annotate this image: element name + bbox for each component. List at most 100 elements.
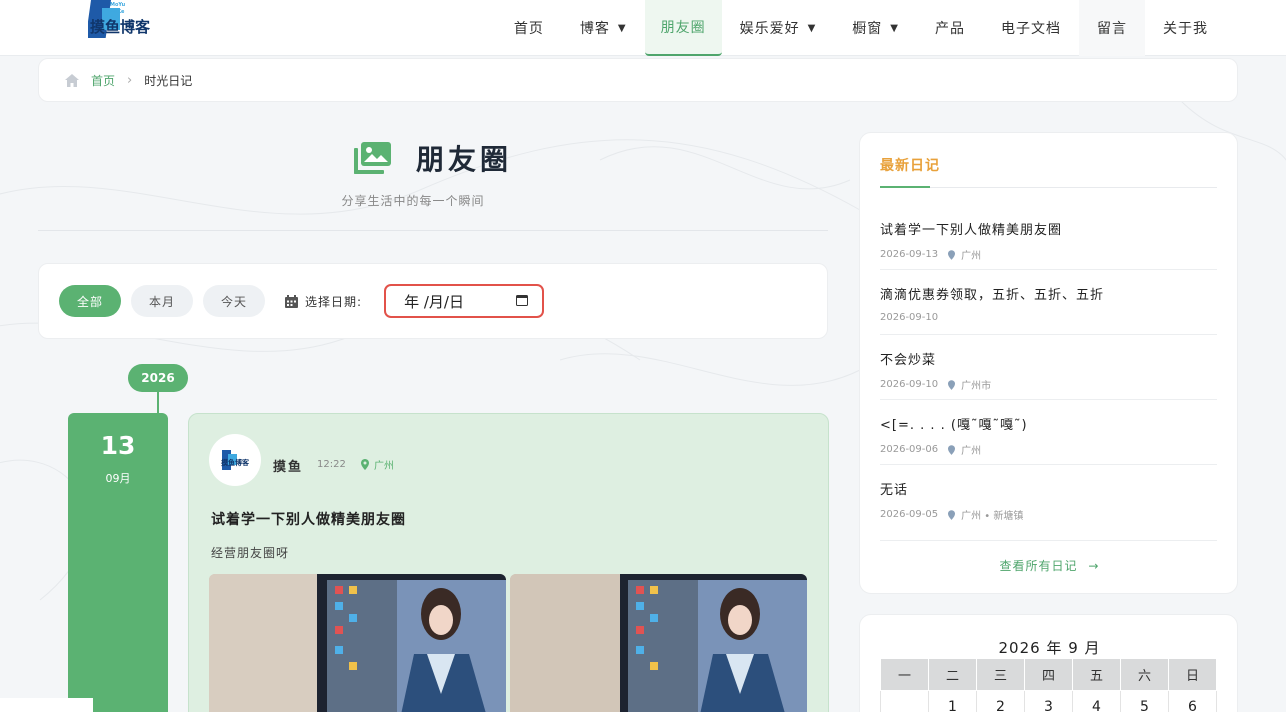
nav-label: 娱乐爱好 — [739, 21, 800, 37]
nav-label: 电子文档 — [1001, 21, 1061, 37]
site-logo[interactable]: MoYu BoKe 摸鱼博客 — [85, 0, 160, 40]
post-image[interactable] — [510, 574, 807, 712]
weekday-header: 日 — [1168, 658, 1217, 691]
diary-list-item[interactable]: 滴滴优惠券领取，五折、五折、五折 2026-09-10 — [880, 270, 1217, 335]
weekday-header: 五 — [1072, 658, 1121, 691]
calendar-picker-icon[interactable] — [516, 294, 529, 306]
calendar-day — [880, 690, 929, 712]
diary-title[interactable]: 滴滴优惠券领取，五折、五折、五折 — [880, 284, 1104, 303]
weekday-header: 三 — [976, 658, 1025, 691]
diary-title[interactable]: 不会炒菜 — [880, 349, 936, 368]
calendar-day[interactable]: 3 — [1024, 690, 1073, 712]
post-image[interactable] — [209, 574, 506, 712]
diary-date: 2026-09-06 — [880, 444, 939, 455]
location-pin-icon — [948, 509, 956, 520]
diary-date: 2026-09-05 — [880, 509, 939, 520]
breadcrumb-current: 时光日记 — [144, 73, 193, 88]
filter-bar: 全部 本月 今天 选择日期: 年 /月/日 — [38, 263, 828, 339]
date-input-value: 年 /月/日 — [404, 292, 464, 311]
nav-about[interactable]: 关于我 — [1145, 0, 1226, 56]
nav-label: 首页 — [513, 21, 544, 37]
diary-list-item[interactable]: <[=. . . . (嘎˜嘎˜嘎˜) 2026-09-06 广州 — [880, 400, 1217, 465]
caret-down-icon: ▼ — [617, 22, 627, 34]
nav-hobbies[interactable]: 娱乐爱好 ▼ — [722, 0, 835, 56]
diary-title[interactable]: <[=. . . . (嘎˜嘎˜嘎˜) — [880, 414, 1028, 433]
location-pin-icon — [361, 459, 369, 470]
date-day: 13 — [100, 431, 136, 460]
divider — [38, 230, 828, 231]
calendar-day[interactable]: 1 — [928, 690, 977, 712]
svg-text:BoKe: BoKe — [110, 9, 125, 15]
filter-today-button[interactable]: 今天 — [203, 285, 266, 317]
post-time: 12:22 — [317, 459, 346, 470]
post-text: 经营朋友圈呀 — [211, 546, 290, 560]
nav-label: 橱窗 — [852, 21, 883, 37]
page-subtitle: 分享生活中的每一个瞬间 — [341, 194, 485, 208]
year-badge: 2026 — [128, 364, 188, 392]
nav-label: 博客 — [579, 21, 610, 37]
calendar-day[interactable]: 5 — [1120, 690, 1169, 712]
nav-home[interactable]: 首页 — [496, 0, 562, 56]
post-location-text: 广州 — [374, 461, 394, 472]
weekday-header: 二 — [928, 658, 977, 691]
nav-label: 留言 — [1097, 21, 1127, 37]
calendar-grid: 一 二 三 四 五 六 日 1 2 3 4 5 6 — [880, 658, 1217, 712]
calendar-heading: 2026 年 9 月 — [998, 639, 1101, 657]
svg-text:MoYu: MoYu — [110, 2, 126, 8]
diary-title[interactable]: 试着学一下别人做精美朋友圈 — [880, 219, 1062, 238]
nav-guestbook[interactable]: 留言 — [1079, 0, 1145, 56]
nav-showcase[interactable]: 橱窗 ▼ — [834, 0, 917, 56]
svg-text:摸鱼博客: 摸鱼博客 — [221, 458, 250, 467]
diary-meta: 2026-09-10 广州市 — [880, 377, 991, 392]
avatar[interactable]: 摸鱼博客 — [209, 434, 261, 486]
see-all-label: 查看所有日记 — [999, 559, 1078, 573]
diary-list-item[interactable]: 无话 2026-09-05 广州 • 新塘镇 — [880, 465, 1217, 541]
diary-meta: 2026-09-05 广州 • 新塘镇 — [880, 507, 1023, 522]
diary-location: 广州 — [961, 446, 982, 457]
location-pin-icon — [948, 249, 956, 260]
diary-list-item[interactable]: 不会炒菜 2026-09-10 广州市 — [880, 335, 1217, 400]
diary-location: 广州市 — [961, 381, 992, 392]
divider — [880, 187, 1217, 188]
page-corner-overlay — [0, 698, 93, 712]
nav-docs[interactable]: 电子文档 — [983, 0, 1079, 56]
top-header: MoYu BoKe 摸鱼博客 首页 博客 ▼ 朋友圈 娱乐爱好 ▼ 橱窗 ▼ 产品 电… — [0, 0, 1286, 56]
weekday-header: 一 — [880, 658, 929, 691]
breadcrumb: 首页 › 时光日记 — [38, 58, 1238, 102]
caret-down-icon: ▼ — [807, 22, 817, 34]
calendar-day[interactable]: 6 — [1168, 690, 1217, 712]
arrow-right-icon: → — [1088, 559, 1100, 573]
title-accent-bar — [880, 186, 930, 188]
see-all-diaries-link[interactable]: 查看所有日记 → — [860, 557, 1239, 574]
nav-blog[interactable]: 博客 ▼ — [562, 0, 645, 56]
latest-diaries-card: 最新日记 试着学一下别人做精美朋友圈 2026-09-13 广州 滴滴优惠券领取… — [859, 132, 1238, 594]
diary-location: 广州 — [961, 251, 982, 262]
date-picker-input[interactable]: 年 /月/日 — [384, 284, 545, 318]
diary-location: 广州 • 新塘镇 — [961, 511, 1024, 522]
weekday-header: 六 — [1120, 658, 1169, 691]
calendar-widget: 2026 年 9 月 一 二 三 四 五 六 日 1 2 3 4 5 6 — [859, 614, 1238, 712]
nav-moments[interactable]: 朋友圈 — [644, 0, 722, 56]
calendar-icon — [285, 294, 299, 308]
nav-label: 产品 — [935, 21, 965, 37]
main-nav: 首页 博客 ▼ 朋友圈 娱乐爱好 ▼ 橱窗 ▼ 产品 电子文档 留言 关于我 — [496, 0, 1226, 56]
diary-meta: 2026-09-13 广州 — [880, 247, 981, 262]
page-title: 朋友圈 — [416, 143, 513, 176]
nav-products[interactable]: 产品 — [917, 0, 983, 56]
calendar-day[interactable]: 2 — [976, 690, 1025, 712]
filter-month-button[interactable]: 本月 — [131, 285, 194, 317]
chevron-right-icon: › — [127, 72, 133, 88]
post-author[interactable]: 摸鱼 — [273, 456, 303, 475]
filter-all-button[interactable]: 全部 — [59, 285, 122, 317]
moment-post-card[interactable]: 摸鱼博客 摸鱼 12:22 广州 试着学一下别人做精美朋友圈 经营朋友圈呀 — [188, 413, 829, 712]
date-filter-label: 选择日期: — [285, 293, 362, 310]
breadcrumb-home-link[interactable]: 首页 — [91, 72, 115, 89]
diary-meta: 2026-09-10 — [880, 312, 938, 323]
nav-label: 朋友圈 — [660, 20, 706, 36]
post-title[interactable]: 试着学一下别人做精美朋友圈 — [211, 509, 406, 529]
nav-label: 关于我 — [1163, 21, 1208, 37]
diary-title[interactable]: 无话 — [880, 479, 908, 498]
diary-list-item[interactable]: 试着学一下别人做精美朋友圈 2026-09-13 广州 — [880, 205, 1217, 270]
calendar-day[interactable]: 4 — [1072, 690, 1121, 712]
svg-text:摸鱼博客: 摸鱼博客 — [90, 18, 151, 36]
